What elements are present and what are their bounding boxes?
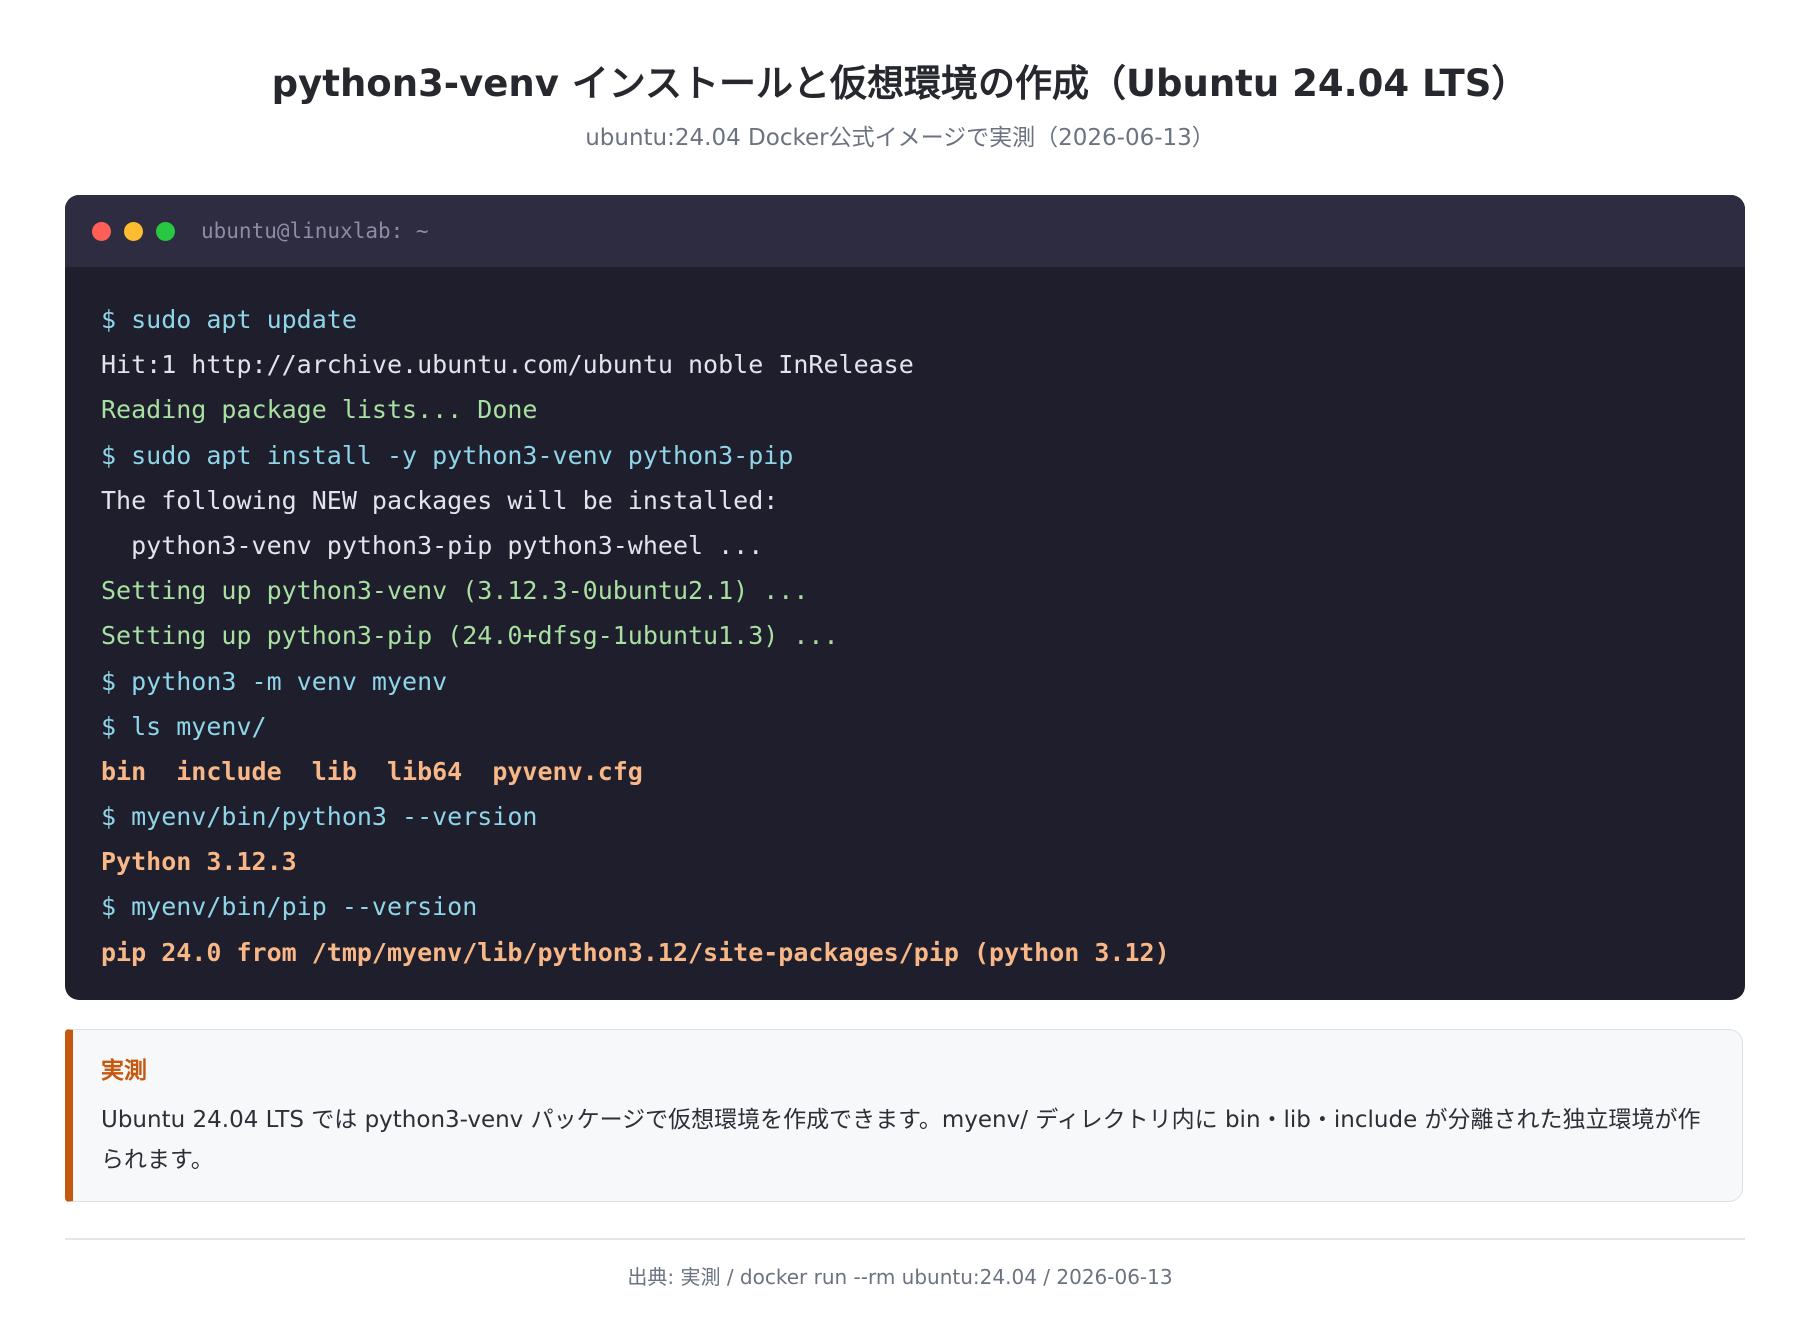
page-title: python3-venv インストールと仮想環境の作成（Ubuntu 24.04… <box>271 62 1529 105</box>
terminal-command-line: $ python3 -m venv myenv <box>101 666 448 696</box>
terminal-command-line: $ ls myenv/ <box>101 711 267 741</box>
page-subtitle: ubuntu:24.04 Docker公式イメージで実測（2026-06-13） <box>585 125 1215 151</box>
terminal-output-line: Reading package lists... Done <box>101 395 538 425</box>
terminal-command-line: $ sudo apt update <box>101 305 357 334</box>
terminal-window[interactable]: ubuntu@linuxlab: ~ $ sudo apt update Hit:… <box>65 195 1745 1000</box>
page: python3-venv インストールと仮想環境の作成（Ubuntu 24.04… <box>0 0 1800 1326</box>
terminal-title: ubuntu@linuxlab: ~ <box>201 219 429 243</box>
terminal-output-line: Hit:1 http://archive.ubuntu.com/ubuntu n… <box>101 350 914 380</box>
footer-source: 出典: 実測 / docker run --rm ubuntu:24.04 / … <box>627 1265 1173 1289</box>
terminal-output-line: Python 3.12.3 <box>101 847 297 877</box>
terminal-output-line: Setting up python3-pip (24.0+dfsg-1ubunt… <box>101 621 839 651</box>
terminal-output-line: python3-venv python3-pip python3-wheel .… <box>101 530 764 560</box>
terminal-command-line: $ myenv/bin/pip --version <box>101 892 478 922</box>
terminal-output-line: bin include lib lib64 pyvenv.cfg <box>101 756 643 786</box>
terminal-output-line: The following NEW packages will be insta… <box>101 485 779 515</box>
terminal-output-line: Setting up python3-venv (3.12.3-0ubuntu2… <box>101 576 809 606</box>
terminal-output-line: pip 24.0 from /tmp/myenv/lib/python3.12/… <box>101 937 1170 967</box>
note-box: 実測 Ubuntu 24.04 LTS では python3-venv パッケー… <box>65 1029 1743 1202</box>
close-window-dot-icon[interactable] <box>92 222 111 241</box>
note-label: 実測 <box>101 1058 147 1084</box>
terminal-output[interactable]: $ sudo apt update Hit:1 http://archive.ub… <box>65 267 1745 975</box>
terminal-command-line: $ sudo apt install -y python3-venv pytho… <box>101 440 794 470</box>
terminal-titlebar: ubuntu@linuxlab: ~ <box>65 195 1745 267</box>
footer-divider <box>65 1238 1745 1240</box>
terminal-command-line: $ myenv/bin/python3 --version <box>101 802 538 832</box>
maximize-window-dot-icon[interactable] <box>156 222 175 241</box>
minimize-window-dot-icon[interactable] <box>124 222 143 241</box>
note-text: Ubuntu 24.04 LTS では python3-venv パッケージで仮… <box>101 1107 1701 1173</box>
